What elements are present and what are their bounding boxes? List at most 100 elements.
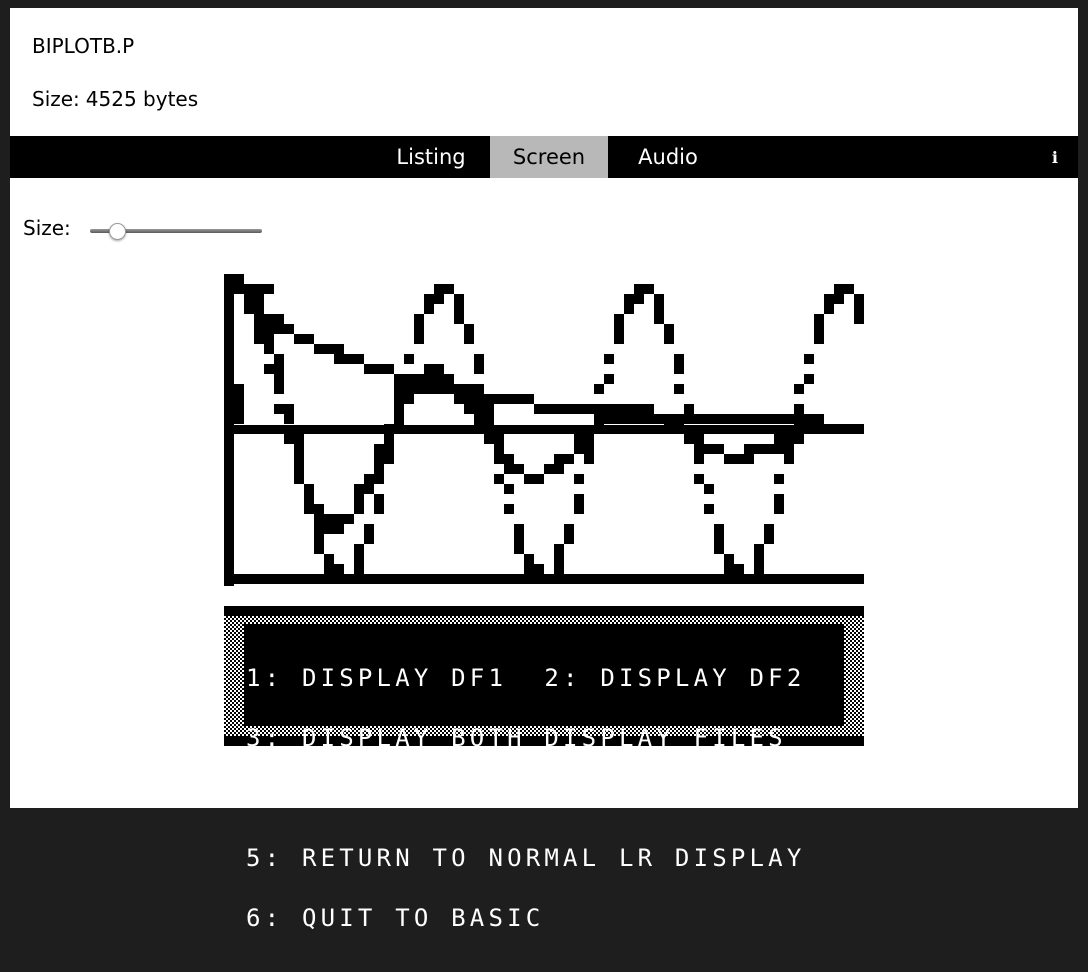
- plot-pixel: [374, 444, 384, 454]
- plot-pixel: [324, 524, 334, 534]
- plot-pixel: [574, 434, 584, 444]
- plot-pixel: [334, 524, 344, 534]
- plot-pixel: [854, 304, 864, 314]
- plot-pixel: [274, 314, 284, 324]
- plot-pixel: [814, 324, 824, 334]
- plot-pixel: [514, 394, 524, 404]
- plot-pixel: [504, 484, 514, 494]
- plot-pixel: [284, 404, 294, 414]
- plot-pixel: [424, 304, 434, 314]
- plot-pixel: [664, 414, 674, 424]
- plot-pixel: [724, 454, 734, 464]
- plot-pixel: [634, 404, 644, 414]
- plot-pixel: [314, 544, 324, 554]
- plot-pixel: [304, 494, 314, 504]
- plot-pixel: [624, 294, 634, 304]
- plot-pixel: [434, 364, 444, 374]
- plot-pixel: [644, 404, 654, 414]
- plot-pixel: [294, 474, 304, 484]
- tab-audio[interactable]: Audio: [608, 136, 728, 178]
- plot-pixel: [784, 454, 794, 464]
- size-label: Size:: [23, 216, 71, 240]
- tab-listing[interactable]: Listing: [372, 136, 490, 178]
- plot-pixel: [254, 324, 264, 334]
- plot-pixel: [474, 364, 484, 374]
- left-axis: [224, 274, 234, 586]
- plot-pixel: [304, 504, 314, 514]
- plot-pixel: [464, 324, 474, 334]
- plot-pixel: [544, 464, 554, 474]
- plot-pixel: [404, 394, 414, 404]
- plot-pixel: [504, 454, 514, 464]
- plot-pixel: [284, 324, 294, 334]
- plot-pixel: [254, 334, 264, 344]
- size-slider-thumb[interactable]: [109, 223, 126, 240]
- plot-pixel: [794, 404, 804, 414]
- plot-pixel: [294, 444, 304, 454]
- plot-pixel: [384, 444, 394, 454]
- plot-pixel: [244, 294, 254, 304]
- plot-pixel: [764, 524, 774, 534]
- plot-pixel: [794, 424, 804, 434]
- plot-pixel: [834, 284, 844, 294]
- plot-pixel: [494, 474, 504, 484]
- plot-pixel: [484, 394, 494, 404]
- plot-pixel: [264, 324, 274, 334]
- plot-pixel: [304, 484, 314, 494]
- plot-pixel: [554, 564, 564, 574]
- plot-pixel: [424, 384, 434, 394]
- plot-pixel: [624, 414, 634, 424]
- screen-menu: 1: DISPLAY DF1 2: DISPLAY DF2 3: DISPLAY…: [224, 606, 864, 930]
- plot-pixel: [274, 354, 284, 364]
- plot-pixel: [364, 364, 374, 374]
- file-size: Size: 4525 bytes: [32, 87, 198, 111]
- size-slider[interactable]: [90, 221, 262, 241]
- plot-pixel: [354, 484, 364, 494]
- plot-pixel: [354, 504, 364, 514]
- plot-pixel: [394, 394, 404, 404]
- plot-pixel: [314, 504, 324, 514]
- plot-pixel: [714, 524, 724, 534]
- plot-pixel: [484, 424, 494, 434]
- plot-pixel: [414, 324, 424, 334]
- plot-pixel: [764, 414, 774, 424]
- plot-pixel: [674, 384, 684, 394]
- plot-pixel: [614, 334, 624, 344]
- menu-line: 3: DISPLAY BOTH DISPLAY FILES: [246, 724, 787, 752]
- plot-pixel: [314, 514, 324, 524]
- plot-pixel: [704, 414, 714, 424]
- menu-line: 1: DISPLAY DF1 2: DISPLAY DF2: [246, 664, 806, 692]
- plot-pixel: [374, 504, 384, 514]
- tab-screen[interactable]: Screen: [490, 136, 608, 178]
- plot-pixel: [434, 374, 444, 384]
- plot-pixel: [234, 284, 244, 294]
- plot-pixel: [554, 554, 564, 564]
- plot-pixel: [724, 414, 734, 424]
- plot-pixel: [364, 524, 374, 534]
- plot-pixel: [394, 384, 404, 394]
- plot-pixel: [674, 354, 684, 364]
- menu-line: 6: QUIT TO BASIC: [246, 904, 545, 932]
- plot-pixel: [804, 424, 814, 434]
- plot-pixel: [554, 454, 564, 464]
- plot-pixel: [344, 574, 354, 584]
- plot-pixel: [484, 434, 494, 444]
- plot-pixel: [594, 384, 604, 394]
- plot-pixel: [534, 574, 544, 584]
- plot-pixel: [394, 424, 404, 434]
- plot-pixel: [694, 474, 704, 484]
- plot-pixel: [524, 564, 534, 574]
- plot-pixel: [794, 434, 804, 444]
- plot-pixel: [244, 304, 254, 314]
- plot-pixel: [764, 444, 774, 454]
- info-icon[interactable]: i: [1052, 148, 1058, 167]
- plot-pixel: [634, 414, 644, 424]
- plot-pixel: [594, 414, 604, 424]
- plot-pixel: [584, 454, 594, 464]
- plot-pixel: [604, 374, 614, 384]
- plot-pixel: [244, 284, 254, 294]
- plot-pixel: [634, 284, 644, 294]
- plot-pixel: [364, 534, 374, 544]
- plot-pixel: [724, 564, 734, 574]
- plot-pixel: [764, 534, 774, 544]
